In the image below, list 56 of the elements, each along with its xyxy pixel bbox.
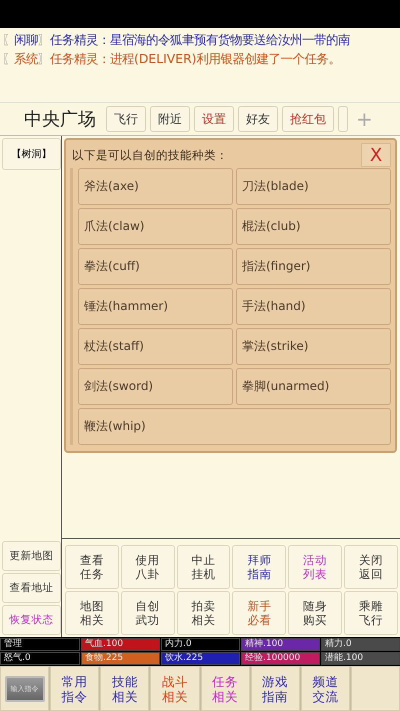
location-button[interactable]: 好友 [238, 106, 278, 132]
skill-button[interactable]: 刀法(blade) [236, 168, 391, 205]
menu-tab[interactable]: 任务相关 [200, 666, 250, 711]
skill-button[interactable]: 斧法(axe) [78, 168, 233, 205]
skill-button[interactable]: 爪法(claw) [78, 208, 233, 245]
skill-button[interactable]: 鞭法(whip) [78, 408, 391, 445]
stat-bar: 怒气.0 [0, 652, 80, 665]
sidebar-button[interactable]: 【树洞】 [2, 138, 61, 170]
menu-tab[interactable]: 游戏指南 [250, 666, 300, 711]
skill-button[interactable]: 剑法(sword) [78, 368, 233, 405]
command-button[interactable]: 随身购买 [288, 591, 342, 635]
stat-bar: 管理 [0, 638, 80, 651]
sidebar-button[interactable]: 恢复状态 [2, 605, 61, 635]
menu-tab[interactable]: 常用指令 [50, 666, 100, 711]
command-button[interactable]: 自创武功 [120, 591, 175, 635]
command-button[interactable]: 查看任务 [65, 545, 119, 589]
location-button[interactable] [338, 106, 348, 132]
sidebar-button[interactable]: 查看地址 [2, 573, 61, 603]
stat-bar: 饮水.225 [161, 652, 240, 665]
command-button[interactable]: 关闭返回 [344, 545, 398, 589]
command-button[interactable]: 乘雕飞行 [344, 591, 398, 635]
command-button[interactable]: 拜师指南 [232, 545, 286, 589]
chat-message: 〖系统〗任务精灵：进程(DELIVER)利用银器创建了一个任务。 [2, 50, 342, 68]
command-button[interactable]: 使用八卦 [120, 545, 175, 589]
sidebar-button[interactable]: 更新地图 [2, 541, 61, 571]
skill-button[interactable]: 掌法(strike) [236, 328, 391, 365]
command-button[interactable]: 中止挂机 [176, 545, 230, 589]
location-button[interactable]: 附近 [150, 106, 190, 132]
menu-tab[interactable]: 频道交流 [300, 666, 350, 711]
skill-button[interactable]: 杖法(staff) [78, 328, 233, 365]
chat-message: 〖闲聊〗任务精灵：星宿海的令狐聿预有货物要送给汝州一带的南 [2, 31, 351, 49]
skill-button[interactable]: 拳脚(unarmed) [236, 368, 391, 405]
stat-bar: 潜能.100 [321, 652, 400, 665]
menu-tab[interactable] [350, 666, 400, 711]
skill-button[interactable]: 指法(finger) [236, 248, 391, 285]
stat-bar: 经验.100000 [241, 652, 320, 665]
close-button[interactable]: X [361, 143, 391, 167]
skill-button[interactable]: 手法(hand) [236, 288, 391, 325]
command-button[interactable]: 新手必看 [232, 591, 286, 635]
stat-bar: 内力.0 [161, 638, 240, 651]
location-title: 中央广场 [24, 108, 96, 131]
skill-button[interactable]: 拳法(cuff) [78, 248, 233, 285]
command-button[interactable]: 拍卖相关 [176, 591, 230, 635]
skill-button[interactable]: 棍法(club) [236, 208, 391, 245]
location-button[interactable]: 抢红包 [282, 106, 334, 132]
menu-tab[interactable]: 技能相关 [100, 666, 150, 711]
skill-button[interactable]: 锤法(hammer) [78, 288, 233, 325]
stat-bar: 气血.100 [81, 638, 160, 651]
location-button[interactable]: 飞行 [106, 106, 146, 132]
stat-bar: 食物.225 [81, 652, 160, 665]
location-button[interactable]: 设置 [194, 106, 234, 132]
stat-bar: 精神.100 [241, 638, 320, 651]
command-button[interactable]: 地图相关 [65, 591, 119, 635]
stat-bar: 精力.0 [321, 638, 400, 651]
command-button[interactable]: 活动列表 [288, 545, 342, 589]
dialog-title: 以下是可以自创的技能种类： [71, 148, 228, 162]
